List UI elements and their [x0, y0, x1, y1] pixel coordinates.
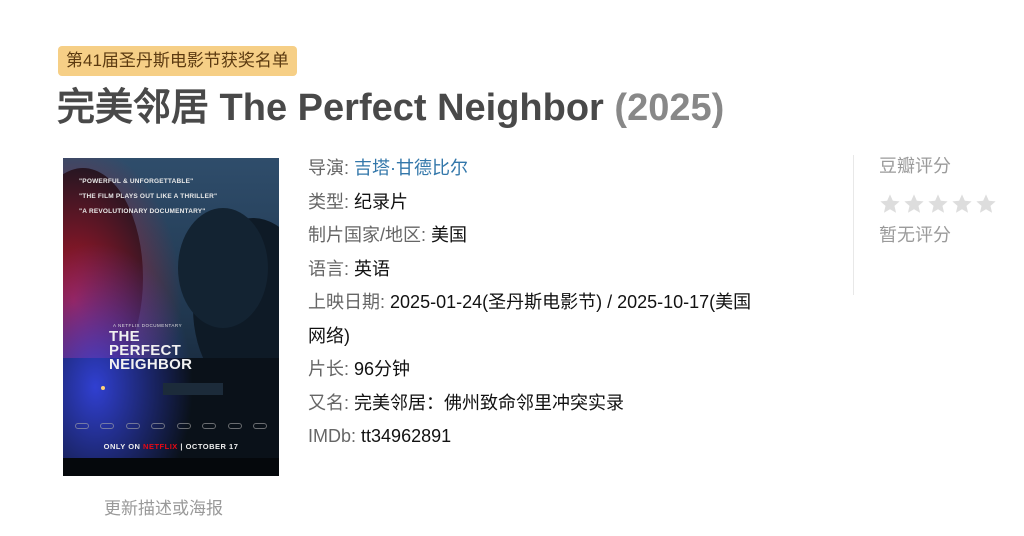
release-value-cont: 网络)	[308, 325, 350, 346]
rating-title: 豆瓣评分	[879, 156, 951, 176]
laurel-icon	[202, 423, 217, 429]
runtime-label: 片长:	[308, 359, 350, 379]
laurel-icon	[125, 423, 140, 429]
director-label: 导演:	[308, 158, 350, 178]
info-runtime: 片长: 96分钟	[308, 353, 828, 387]
genre-label: 类型:	[308, 191, 350, 212]
country-label: 制片国家/地区:	[308, 225, 427, 245]
laurel-icon	[227, 423, 242, 429]
page-title: 完美邻居 The Perfect Neighbor (2025)	[57, 80, 724, 136]
info-release-date-cont: 网络)	[308, 320, 828, 354]
award-badge[interactable]: 第41届圣丹斯电影节获奖名单	[58, 46, 297, 76]
rating-status: 暂无评分	[879, 225, 951, 245]
poster-netflix-logo: NETFLIX	[143, 442, 178, 451]
language-value: 英语	[354, 258, 391, 279]
info-director: 导演: 吉塔·甘德比尔	[308, 152, 828, 186]
country-value: 美国	[431, 225, 468, 245]
aka-label: 又名:	[308, 392, 350, 413]
aka-value: 完美邻居：佛州致命邻里冲突实录	[354, 392, 625, 413]
imdb-value: tt34962891	[361, 426, 452, 446]
release-label: 上映日期:	[308, 292, 386, 312]
rating-stars	[879, 193, 997, 215]
star-icon	[904, 194, 924, 213]
info-language: 语言: 英语	[308, 253, 828, 287]
movie-info: 导演: 吉塔·甘德比尔 类型: 纪录片 制片国家/地区: 美国 语言: 英语 上…	[308, 152, 828, 454]
info-genre: 类型: 纪录片	[308, 186, 828, 220]
poster-quote: "THE FILM PLAYS OUT LIKE A THRILLER"	[79, 193, 218, 200]
poster-laurels	[75, 423, 267, 433]
movie-poster[interactable]: "POWERFUL & UNFORGETTABLE" "THE FILM PLA…	[63, 158, 279, 476]
star-icon	[880, 194, 900, 213]
info-aka: 又名: 完美邻居：佛州致命邻里冲突实录	[308, 387, 828, 421]
star-icon	[976, 194, 996, 213]
poster-quotes: "POWERFUL & UNFORGETTABLE" "THE FILM PLA…	[79, 178, 217, 223]
poster-only-on: ONLY ON	[103, 442, 141, 451]
imdb-label: IMDb:	[308, 426, 357, 446]
language-label: 语言:	[308, 258, 350, 279]
title-year: (2025)	[614, 87, 725, 129]
director-link[interactable]: 吉塔·甘德比尔	[354, 158, 468, 178]
update-description-link[interactable]: 更新描述或海报	[104, 494, 223, 519]
star-icon	[928, 194, 948, 213]
poster-quote: "POWERFUL & UNFORGETTABLE"	[79, 178, 194, 185]
poster-title: THE PERFECT NEIGHBOR	[109, 329, 239, 373]
poster-date: OCTOBER 17	[185, 442, 239, 451]
rating-divider	[853, 155, 854, 295]
laurel-icon	[75, 423, 89, 429]
genre-value: 纪录片	[354, 191, 409, 212]
laurel-icon	[151, 423, 166, 429]
info-release-date: 上映日期: 2025-01-24(圣丹斯电影节) / 2025-10-17(美国	[308, 286, 828, 320]
laurel-icon	[176, 423, 191, 429]
title-name: 完美邻居 The Perfect Neighbor	[57, 87, 604, 129]
poster-release-line: ONLY ON NETFLIX | OCTOBER 17	[63, 442, 279, 451]
laurel-icon	[100, 423, 115, 429]
info-country: 制片国家/地区: 美国	[308, 219, 828, 253]
release-value: 2025-01-24(圣丹斯电影节) / 2025-10-17(美国	[390, 292, 752, 312]
poster-title-line: NEIGHBOR	[109, 356, 193, 373]
star-icon	[952, 194, 972, 213]
info-imdb: IMDb: tt34962891	[308, 420, 828, 454]
laurel-icon	[252, 423, 267, 429]
poster-separator: |	[180, 442, 183, 451]
runtime-value: 96分钟	[354, 359, 411, 379]
poster-quote: "A REVOLUTIONARY DOCUMENTARY"	[79, 208, 206, 215]
